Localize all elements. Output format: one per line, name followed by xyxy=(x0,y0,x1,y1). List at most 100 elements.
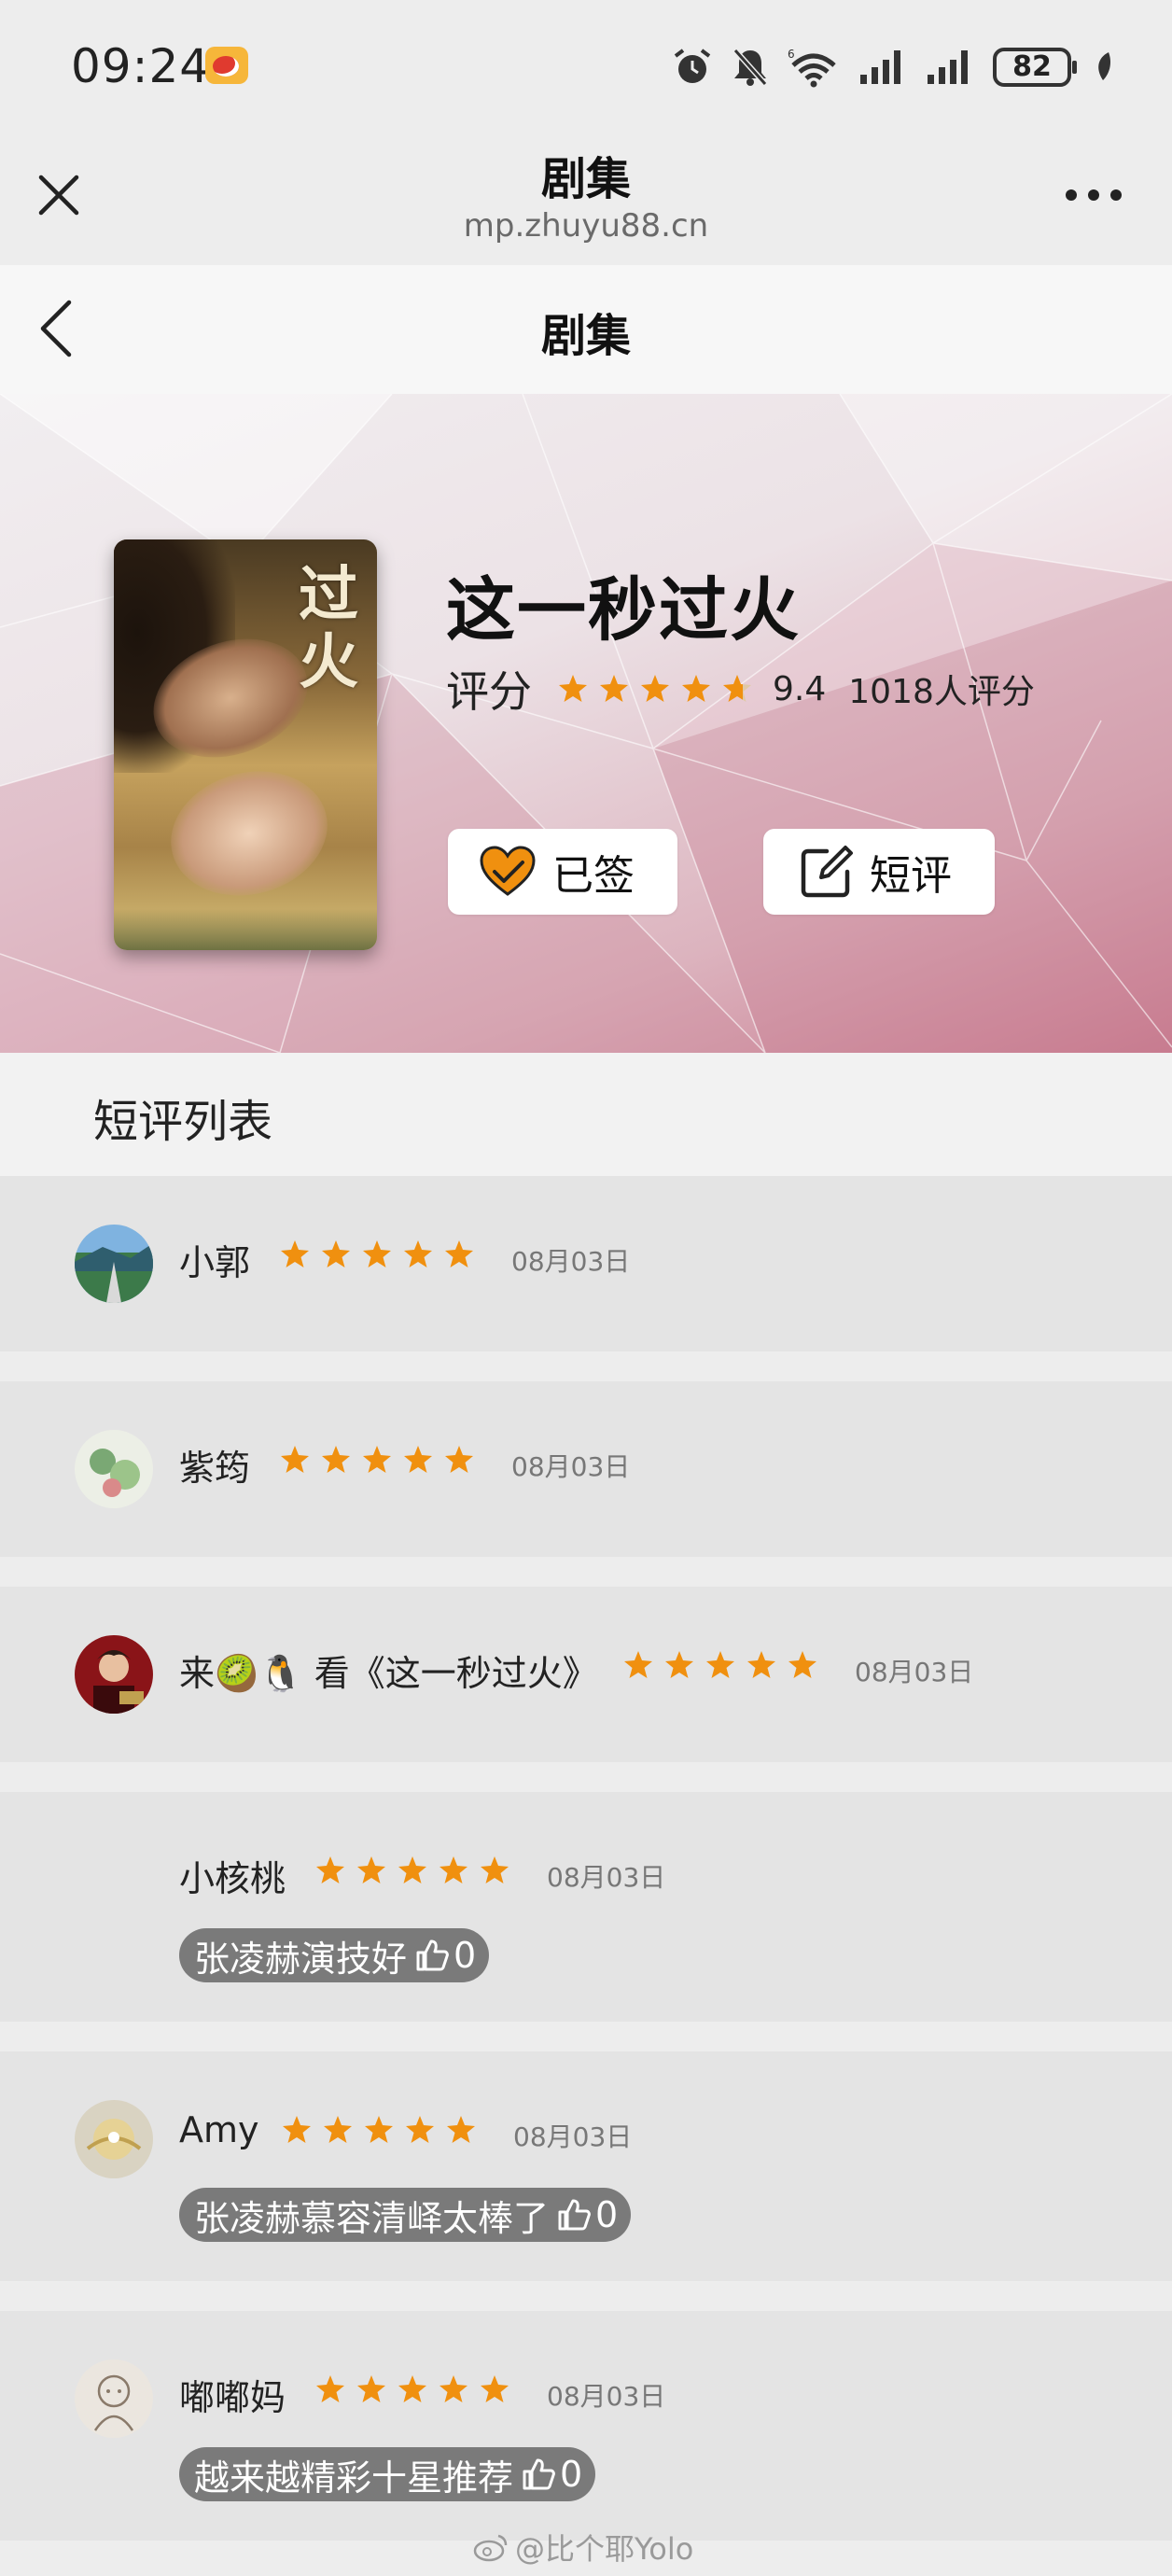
thumbs-up-icon[interactable] xyxy=(521,2457,556,2492)
review-item[interactable]: Amy 08月03日 张凌赫慕容清峄太棒了 0 xyxy=(0,2051,1172,2281)
mute-icon xyxy=(732,49,768,86)
wifi-6-icon: 6 xyxy=(788,48,836,88)
mini-program-title-bar: 剧集 mp.zhuyu88.cn xyxy=(0,131,1172,265)
mini-program-title: 剧集 xyxy=(540,153,631,205)
star-icon xyxy=(747,1651,775,1678)
star-icon xyxy=(559,675,587,702)
star-icon xyxy=(406,2116,434,2143)
star-icon xyxy=(398,1856,426,1883)
star-icon xyxy=(723,675,751,702)
star-icon xyxy=(365,2116,393,2143)
review-item[interactable]: 小郭 08月03日 xyxy=(0,1176,1172,1351)
review-comment-chip[interactable]: 张凌赫演技好 0 xyxy=(179,1928,490,1982)
avatar[interactable] xyxy=(75,1430,153,1508)
signed-button[interactable]: 已签 xyxy=(448,829,677,915)
review-item[interactable]: 小核桃 08月03日 张凌赫演技好 0 xyxy=(0,1792,1172,2022)
weibo-icon xyxy=(205,47,248,84)
leaf-icon xyxy=(1098,52,1110,80)
star-icon xyxy=(706,1651,734,1678)
show-hero-banner: 过火 这一秒过火 评分 9.4 1018人评分 已签 短评 xyxy=(0,394,1172,1053)
edit-icon xyxy=(801,846,853,898)
star-icon xyxy=(316,1856,344,1883)
review-item[interactable]: 来🥝🐧 看《这一秒过火》 08月03日 xyxy=(0,1587,1172,1762)
thumbs-up-icon[interactable] xyxy=(414,1938,450,1973)
like-count: 0 xyxy=(453,1935,477,1976)
review-label: 短评 xyxy=(870,852,952,900)
review-list-header: 短评列表 xyxy=(0,1053,1172,1176)
reviewer-name[interactable]: 来🥝🐧 看《这一秒过火》 xyxy=(179,1645,598,1696)
review-stars xyxy=(280,1445,474,1475)
mini-program-domain: mp.zhuyu88.cn xyxy=(463,207,709,245)
watermark-text: @比个耶Yolo xyxy=(515,2531,694,2567)
page-title: 剧集 xyxy=(540,310,631,362)
star-icon xyxy=(404,1446,432,1473)
star-icon xyxy=(445,1446,473,1473)
thumbs-up-icon[interactable] xyxy=(556,2197,592,2233)
review-comment: 越来越精彩十星推荐 xyxy=(194,2457,514,2499)
star-icon xyxy=(398,2375,426,2402)
star-icon xyxy=(440,2375,467,2402)
section-title: 短评列表 xyxy=(93,1096,273,1148)
review-date: 08月03日 xyxy=(547,1862,666,1893)
star-icon xyxy=(357,1856,385,1883)
star-icon xyxy=(445,1240,473,1267)
review-item[interactable]: 紫筠 08月03日 xyxy=(0,1381,1172,1557)
svg-text:6: 6 xyxy=(788,48,795,61)
reviewer-name[interactable]: 紫筠 xyxy=(179,1439,250,1491)
star-icon xyxy=(324,2116,352,2143)
star-icon xyxy=(281,1446,309,1473)
avatar[interactable] xyxy=(75,2359,153,2438)
star-icon xyxy=(363,1240,391,1267)
rating-score: 9.4 xyxy=(773,669,827,708)
star-icon xyxy=(283,2116,311,2143)
review-comment-chip[interactable]: 张凌赫慕容清峄太棒了 0 xyxy=(179,2188,632,2242)
show-title: 这一秒过火 xyxy=(446,570,801,651)
star-icon xyxy=(357,2375,385,2402)
page-nav-bar: 剧集 xyxy=(0,265,1172,394)
review-date: 08月03日 xyxy=(855,1657,974,1687)
alarm-icon xyxy=(674,49,711,83)
avatar[interactable] xyxy=(75,1635,153,1714)
review-comment: 张凌赫慕容清峄太棒了 xyxy=(194,2197,550,2239)
review-stars xyxy=(315,1855,509,1885)
review-comment-chip[interactable]: 越来越精彩十星推荐 0 xyxy=(179,2447,596,2501)
star-icon xyxy=(481,1856,509,1883)
star-icon xyxy=(665,1651,693,1678)
star-icon xyxy=(363,1446,391,1473)
star-icon xyxy=(316,2375,344,2402)
rating-label: 评分 xyxy=(446,666,532,717)
star-icon xyxy=(322,1446,350,1473)
rating-stars xyxy=(558,674,752,704)
reviewer-name[interactable]: 小核桃 xyxy=(179,1850,286,1901)
star-icon xyxy=(788,1651,816,1678)
review-stars xyxy=(282,2115,476,2145)
review-date: 08月03日 xyxy=(513,2121,633,2152)
star-icon xyxy=(447,2116,475,2143)
write-review-button[interactable]: 短评 xyxy=(763,829,995,915)
rating-row: 评分 9.4 1018人评分 xyxy=(446,661,1035,717)
avatar[interactable] xyxy=(75,2100,153,2178)
poster-title: 过火 xyxy=(299,560,358,697)
reviewer-name[interactable]: 嘟嘟妈 xyxy=(179,2369,286,2420)
show-poster[interactable]: 过火 xyxy=(114,539,377,950)
signal-icon xyxy=(928,50,968,84)
review-stars xyxy=(623,1650,817,1680)
battery-icon: 82 xyxy=(993,48,1077,87)
more-options-icon[interactable] xyxy=(1066,189,1122,202)
signal-icon xyxy=(860,50,900,84)
star-icon xyxy=(641,675,669,702)
status-bar: 09:24 6 82 xyxy=(0,0,1172,131)
like-count: 0 xyxy=(595,2194,619,2235)
review-stars xyxy=(280,1239,474,1269)
review-date: 08月03日 xyxy=(547,2381,666,2412)
star-icon xyxy=(624,1651,652,1678)
weibo-watermark: @比个耶Yolo xyxy=(472,2526,693,2569)
avatar[interactable] xyxy=(75,1225,153,1303)
star-icon xyxy=(322,1240,350,1267)
review-item[interactable]: 嘟嘟妈 08月03日 越来越精彩十星推荐 0 xyxy=(0,2311,1172,2541)
like-count: 0 xyxy=(560,2454,583,2495)
star-icon xyxy=(281,1240,309,1267)
reviewer-name[interactable]: Amy xyxy=(179,2109,259,2150)
reviewer-name[interactable]: 小郭 xyxy=(179,1234,250,1285)
review-comment: 张凌赫演技好 xyxy=(194,1938,408,1980)
